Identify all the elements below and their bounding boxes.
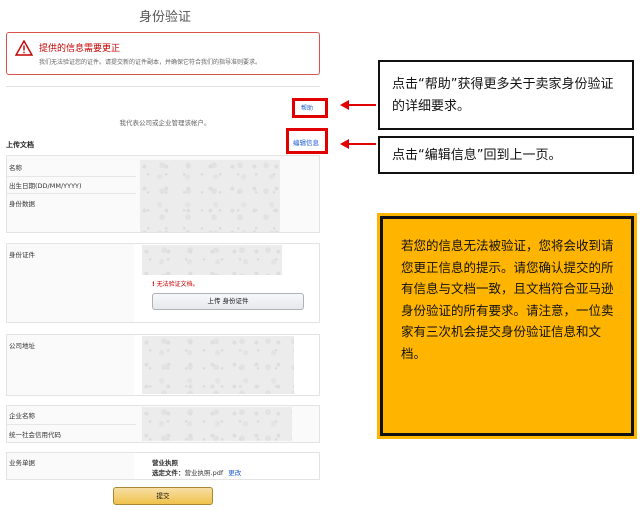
- credit-code-label: 统一社会信用代码: [9, 431, 61, 439]
- edit-callout: 点击“编辑信息”回到上一页。: [378, 136, 634, 174]
- row-divider: [6, 176, 136, 177]
- edit-arrowhead-icon: [340, 139, 349, 149]
- id-document-error-text: 无法验证文档。: [156, 281, 199, 288]
- help-callout: 点击“帮助”获得更多关于卖家身份验证的详细要求。: [378, 60, 634, 130]
- redacted-company-address: [142, 336, 294, 394]
- row-divider: [6, 424, 136, 425]
- name-label: 名称: [9, 164, 22, 172]
- edit-arrow: [348, 143, 376, 145]
- verification-note: 若您的信息无法被验证，您将会收到请您更正信息的提示。请您确认提交的所有信息与文档…: [377, 213, 637, 439]
- row-divider: [6, 193, 136, 194]
- redacted-id-document: [142, 245, 282, 275]
- submit-button[interactable]: 提交: [113, 487, 213, 505]
- error-alert: 提供的信息需要更正 我们无法验证您的证件。请提交新的证件副本，并确保它符合我们的…: [6, 32, 320, 75]
- error-mark-icon: !: [152, 281, 155, 288]
- help-arrowhead-icon: [340, 100, 349, 110]
- company-address-label: 公司地址: [9, 342, 35, 350]
- upload-documents-label: 上传文档: [6, 141, 34, 149]
- redacted-business-data: [142, 407, 292, 441]
- id-document-label: 身份证件: [9, 251, 35, 259]
- selected-file-name: 营业执照.pdf: [184, 469, 224, 477]
- birthdate-label: 出生日期(DD/MM/YYYY): [9, 182, 82, 190]
- alert-title: 提供的信息需要更正: [39, 44, 121, 54]
- alert-text: 我们无法验证您的证件。请提交新的证件副本，并确保它符合我们的指导准则要求。: [39, 59, 262, 66]
- help-link[interactable]: 帮助: [301, 103, 313, 112]
- id-document-error: ! 无法验证文档。: [152, 279, 199, 288]
- edit-info-link[interactable]: 编辑信息: [293, 137, 319, 147]
- upload-id-button[interactable]: 上传 身份证件: [152, 293, 304, 310]
- change-file-link[interactable]: 更改: [228, 469, 241, 477]
- warning-icon: [14, 39, 34, 56]
- license-title: 营业执照: [152, 459, 178, 467]
- identity-data-label: 身份数据: [9, 200, 35, 208]
- business-name-label: 企业名称: [9, 412, 35, 420]
- divider: [6, 86, 320, 87]
- help-arrow: [348, 104, 376, 106]
- redacted-identity-data: [140, 160, 280, 232]
- selected-file-line: 选定文件：营业执照.pdf 更改: [152, 467, 241, 477]
- behalf-statement: 我代表公司或企业管理该帐户。: [119, 119, 211, 127]
- selected-file-prefix: 选定文件：: [152, 469, 185, 477]
- business-documents-label: 业务单据: [9, 459, 35, 467]
- page-title: 身份验证: [138, 10, 191, 25]
